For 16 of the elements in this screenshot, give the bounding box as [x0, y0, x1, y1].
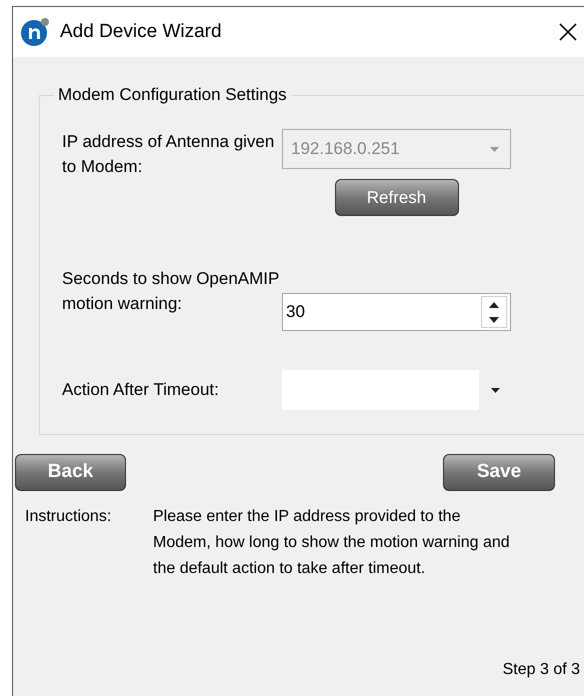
field-label: Seconds to show OpenAMIP motion warning: — [62, 268, 280, 315]
spin-arrows-icon[interactable] — [481, 296, 507, 328]
instructions-label: Instructions: — [25, 507, 112, 527]
save-button[interactable]: Save — [443, 454, 555, 491]
back-button[interactable]: Back — [15, 454, 126, 491]
instructions-text: Please enter the IP address provided to the Modem, how long to show the motion warning and the default action to take after timeout. — [153, 507, 511, 579]
number-spinner[interactable]: 30 — [282, 293, 511, 331]
close-icon[interactable] — [558, 22, 578, 42]
field-label: Action After Timeout: — [62, 379, 220, 401]
app-logo-icon — [20, 17, 50, 47]
field-label: IP address of Antenna given to Modem: — [62, 131, 276, 178]
window-title: Add Device Wizard — [60, 20, 223, 44]
dropdown-arrow-icon — [490, 146, 498, 152]
dropdown-arrow-icon — [490, 388, 500, 392]
dropdown-field[interactable] — [282, 370, 511, 410]
step-indicator: Step 3 of 3 — [502, 660, 580, 680]
